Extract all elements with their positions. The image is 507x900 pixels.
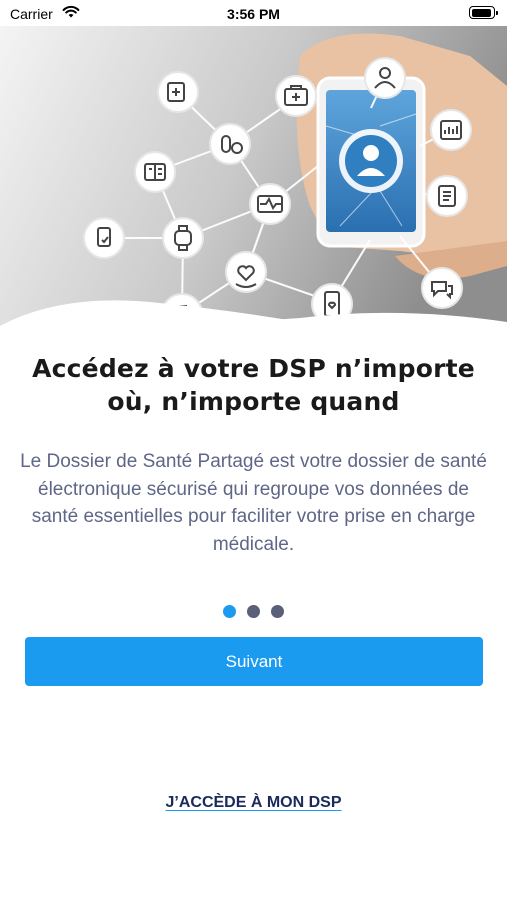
smartphone-doctor-icon [316,76,426,248]
next-button[interactable]: Suivant [25,637,483,686]
access-dsp-link[interactable]: J’ACCÈDE À MON DSP [165,794,341,811]
status-bar: Carrier 3:56 PM [0,0,507,26]
onboarding-description: Le Dossier de Santé Partagé est votre do… [20,451,487,555]
page-indicator[interactable] [0,605,507,619]
page-dot-2[interactable] [247,605,260,618]
status-clock: 3:56 PM [227,6,280,22]
page-dot-3[interactable] [271,605,284,618]
page-dot-1[interactable] [223,605,236,618]
battery-icon [469,6,498,19]
hero-illustration [0,26,507,344]
access-dsp-link-container: J’ACCÈDE À MON DSP [0,794,507,812]
onboarding-title: Accédez à votre DSP n’importe où, n’impo… [32,354,475,416]
